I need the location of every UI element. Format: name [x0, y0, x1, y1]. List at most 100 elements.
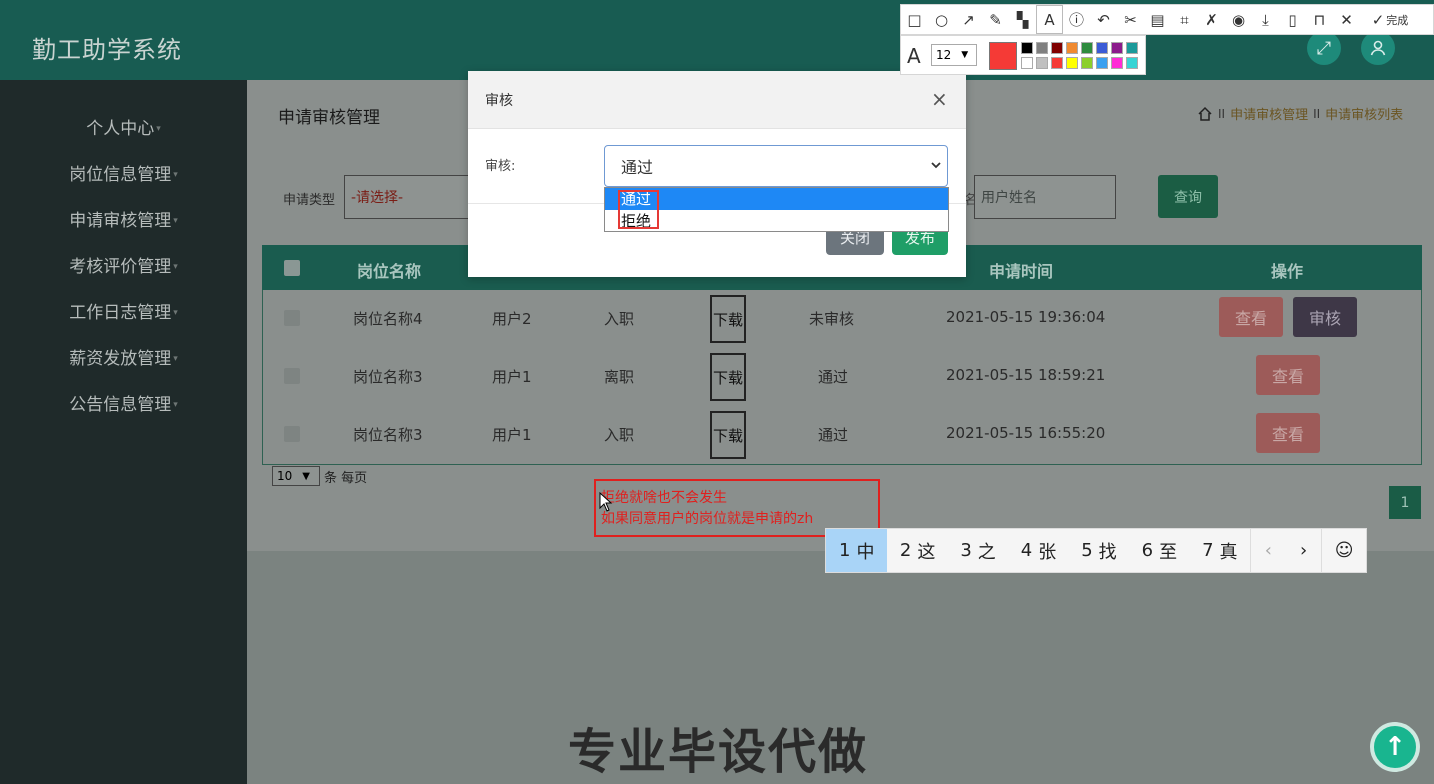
sidebar-item-application-review[interactable]: 申请审核管理 ▾ — [0, 206, 247, 231]
page-title: 申请审核管理 — [278, 108, 380, 128]
select-all-checkbox[interactable] — [284, 260, 300, 276]
type-cell: 入职 — [604, 426, 635, 444]
arrow-tool-icon[interactable]: ↗ — [955, 5, 982, 34]
ime-candidate[interactable]: 6至 — [1129, 529, 1189, 572]
expand-icon[interactable]: ⤢ — [1307, 31, 1341, 65]
row-checkbox[interactable] — [284, 426, 300, 442]
emoji-icon[interactable]: ☺ — [1321, 529, 1366, 572]
color-swatch[interactable] — [1066, 42, 1078, 54]
color-swatch[interactable] — [1066, 57, 1078, 69]
type-filter-select[interactable]: -请选择- — [344, 175, 474, 219]
watermark-text: 专业毕设代做 — [568, 724, 869, 780]
time-cell: 2021-05-15 19:36:04 — [946, 308, 1106, 326]
breadcrumb-item[interactable]: 申请审核管理 — [1230, 104, 1308, 123]
annotation-line: 如果同意用户的岗位就是申请的zh — [601, 511, 814, 527]
active-color-swatch[interactable] — [989, 42, 1017, 70]
sidebar-item-work-log[interactable]: 工作日志管理 ▾ — [0, 298, 247, 323]
color-swatch[interactable] — [1021, 42, 1033, 54]
time-cell: 2021-05-15 18:59:21 — [946, 366, 1106, 384]
font-icon: A — [907, 44, 921, 68]
text-tool-icon[interactable]: A — [1036, 5, 1063, 34]
job-name-cell: 岗位名称3 — [353, 368, 423, 386]
view-button[interactable]: 查看 — [1256, 413, 1320, 453]
ime-prev-page-icon[interactable]: ‹ — [1250, 529, 1286, 572]
download-button[interactable]: 下载 — [710, 353, 746, 401]
color-swatch[interactable] — [1126, 42, 1138, 54]
sidebar-item-label: 申请审核管理 — [69, 211, 172, 231]
candidate-char: 之 — [977, 541, 996, 563]
arrow-up-icon[interactable]: ↑ — [1370, 722, 1420, 772]
view-button[interactable]: 查看 — [1219, 297, 1283, 337]
rectangle-tool-icon[interactable]: □ — [901, 5, 928, 34]
cutout-tool-icon[interactable]: ✂ — [1117, 5, 1144, 34]
phone-icon[interactable]: ▯ — [1279, 5, 1306, 34]
sidebar-item-notice[interactable]: 公告信息管理 ▾ — [0, 390, 247, 415]
ime-candidate[interactable]: 1中 — [826, 529, 888, 572]
download-icon[interactable]: ⤓ — [1252, 5, 1279, 34]
view-button[interactable]: 查看 — [1256, 355, 1320, 395]
candidate-char: 张 — [1038, 541, 1057, 563]
sidebar-item-label: 工作日志管理 — [69, 303, 172, 323]
download-button[interactable]: 下载 — [710, 411, 746, 459]
bookmark-icon[interactable]: ⊓ — [1306, 5, 1333, 34]
mosaic-tool-icon[interactable]: ▚ — [1009, 5, 1036, 34]
color-swatch[interactable] — [1111, 57, 1123, 69]
sidebar-item-personal-center[interactable]: 个人中心 ▾ — [0, 114, 247, 139]
color-swatch[interactable] — [1096, 57, 1108, 69]
color-swatch[interactable] — [1126, 57, 1138, 69]
row-checkbox[interactable] — [284, 310, 300, 326]
mouse-cursor-icon — [599, 492, 613, 512]
breadcrumb-item[interactable]: 申请审核列表 — [1325, 104, 1403, 123]
close-icon[interactable]: ✕ — [1333, 5, 1360, 34]
color-swatch[interactable] — [1051, 57, 1063, 69]
color-swatch[interactable] — [1021, 57, 1033, 69]
color-swatch[interactable] — [1036, 57, 1048, 69]
page-size-select[interactable]: 10 ▼ — [272, 466, 320, 486]
table-row: 岗位名称3 用户1 离职 下载 通过 2021-05-15 18:59:21 查… — [263, 348, 1421, 406]
number-tool-icon[interactable]: ⓘ — [1063, 5, 1090, 34]
sidebar-item-evaluation[interactable]: 考核评价管理 ▾ — [0, 252, 247, 277]
ime-candidate[interactable]: 3之 — [948, 529, 1008, 572]
ocr-tool-icon[interactable]: ▤ — [1144, 5, 1171, 34]
ime-candidate[interactable]: 2这 — [887, 529, 947, 572]
undo-icon[interactable]: ↶ — [1090, 5, 1117, 34]
sidebar-item-job-info[interactable]: 岗位信息管理 ▾ — [0, 160, 247, 185]
caret-down-icon: ▾ — [173, 216, 178, 226]
color-swatch[interactable] — [1081, 42, 1093, 54]
pen-tool-icon[interactable]: ✎ — [982, 5, 1009, 34]
ime-next-page-icon[interactable]: › — [1286, 529, 1322, 572]
pin-icon[interactable]: ✗ — [1198, 5, 1225, 34]
row-checkbox[interactable] — [284, 368, 300, 384]
color-swatch[interactable] — [1111, 42, 1123, 54]
color-swatch[interactable] — [1096, 42, 1108, 54]
close-icon[interactable]: × — [931, 87, 948, 111]
home-icon[interactable] — [1197, 106, 1213, 122]
candidate-number: 3 — [960, 540, 972, 561]
color-swatch[interactable] — [1081, 57, 1093, 69]
ime-candidate[interactable]: 5找 — [1069, 529, 1129, 572]
record-icon[interactable]: ◉ — [1225, 5, 1252, 34]
user-name-input[interactable]: 用户姓名 — [974, 175, 1116, 219]
user-icon[interactable] — [1361, 31, 1395, 65]
annotation-line: 拒绝就啥也不会发生 — [601, 490, 727, 506]
query-button[interactable]: 查询 — [1158, 175, 1218, 218]
done-button[interactable]: ✓ 完成 — [1360, 5, 1420, 34]
ellipse-tool-icon[interactable]: ○ — [928, 5, 955, 34]
ime-candidate[interactable]: 7真 — [1190, 529, 1250, 572]
breadcrumb-separator: II — [1218, 106, 1226, 121]
review-select[interactable]: 通过 — [604, 145, 948, 187]
scan-tool-icon[interactable]: ⌗ — [1171, 5, 1198, 34]
font-size-select[interactable]: 12 ▼ — [931, 44, 977, 66]
ime-candidate[interactable]: 4张 — [1008, 529, 1068, 572]
chevron-down-icon: ▼ — [961, 50, 969, 60]
review-button[interactable]: 审核 — [1293, 297, 1357, 337]
color-swatch[interactable] — [1051, 42, 1063, 54]
page-number-button[interactable]: 1 — [1389, 486, 1421, 519]
color-swatch[interactable] — [1036, 42, 1048, 54]
type-filter-label: 申请类型 — [283, 193, 336, 208]
download-button[interactable]: 下载 — [710, 295, 746, 343]
sidebar-item-label: 考核评价管理 — [69, 257, 172, 277]
column-header-actions: 操作 — [1271, 262, 1304, 281]
caret-down-icon: ▾ — [173, 308, 178, 318]
sidebar-item-salary[interactable]: 薪资发放管理 ▾ — [0, 344, 247, 369]
